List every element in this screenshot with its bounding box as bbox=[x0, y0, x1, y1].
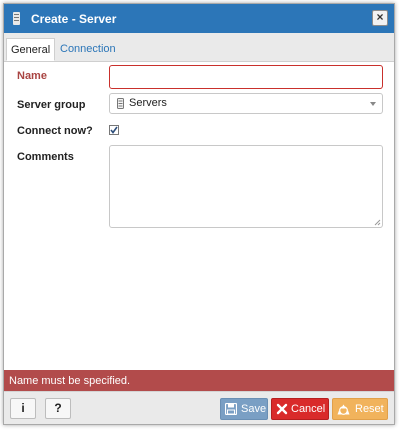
save-label: Save bbox=[241, 403, 267, 415]
create-server-dialog: Create - Server × General Connection Nam… bbox=[3, 3, 395, 425]
server-group-label: Server group bbox=[17, 99, 86, 111]
dialog-titlebar: Create - Server × bbox=[4, 4, 394, 33]
server-icon bbox=[13, 12, 20, 25]
connect-now-label: Connect now? bbox=[17, 125, 93, 137]
help-icon: ? bbox=[54, 401, 62, 415]
checkmark-icon bbox=[110, 126, 118, 134]
error-message: Name must be specified. bbox=[4, 370, 394, 392]
close-button[interactable]: × bbox=[372, 10, 388, 26]
dialog-footer: i ? Save Cancel Reset bbox=[4, 391, 394, 424]
comments-label: Comments bbox=[17, 151, 74, 163]
recycle-icon bbox=[337, 404, 350, 415]
connect-now-checkbox[interactable] bbox=[109, 125, 119, 135]
dialog-title: Create - Server bbox=[31, 12, 117, 26]
name-label: Name bbox=[17, 70, 47, 82]
close-icon: × bbox=[376, 10, 384, 24]
cancel-label: Cancel bbox=[291, 403, 326, 415]
resize-grip-icon[interactable] bbox=[374, 219, 381, 226]
info-icon: i bbox=[21, 401, 25, 415]
reset-button[interactable]: Reset bbox=[332, 398, 388, 420]
server-group-value: Servers bbox=[129, 97, 167, 109]
tab-general[interactable]: General bbox=[6, 38, 56, 61]
reset-label: Reset bbox=[355, 403, 384, 415]
tab-bar: General Connection bbox=[4, 33, 394, 62]
close-icon bbox=[276, 403, 288, 415]
server-group-icon bbox=[117, 98, 124, 109]
info-button[interactable]: i bbox=[10, 398, 36, 419]
name-field[interactable] bbox=[109, 65, 383, 89]
cancel-button[interactable]: Cancel bbox=[271, 398, 329, 420]
save-button[interactable]: Save bbox=[220, 398, 268, 420]
save-icon bbox=[225, 403, 237, 415]
server-group-select[interactable]: Servers bbox=[109, 93, 383, 114]
help-button[interactable]: ? bbox=[45, 398, 71, 419]
chevron-down-icon bbox=[370, 102, 376, 106]
comments-field[interactable] bbox=[109, 145, 383, 228]
tab-connection[interactable]: Connection bbox=[56, 38, 120, 61]
